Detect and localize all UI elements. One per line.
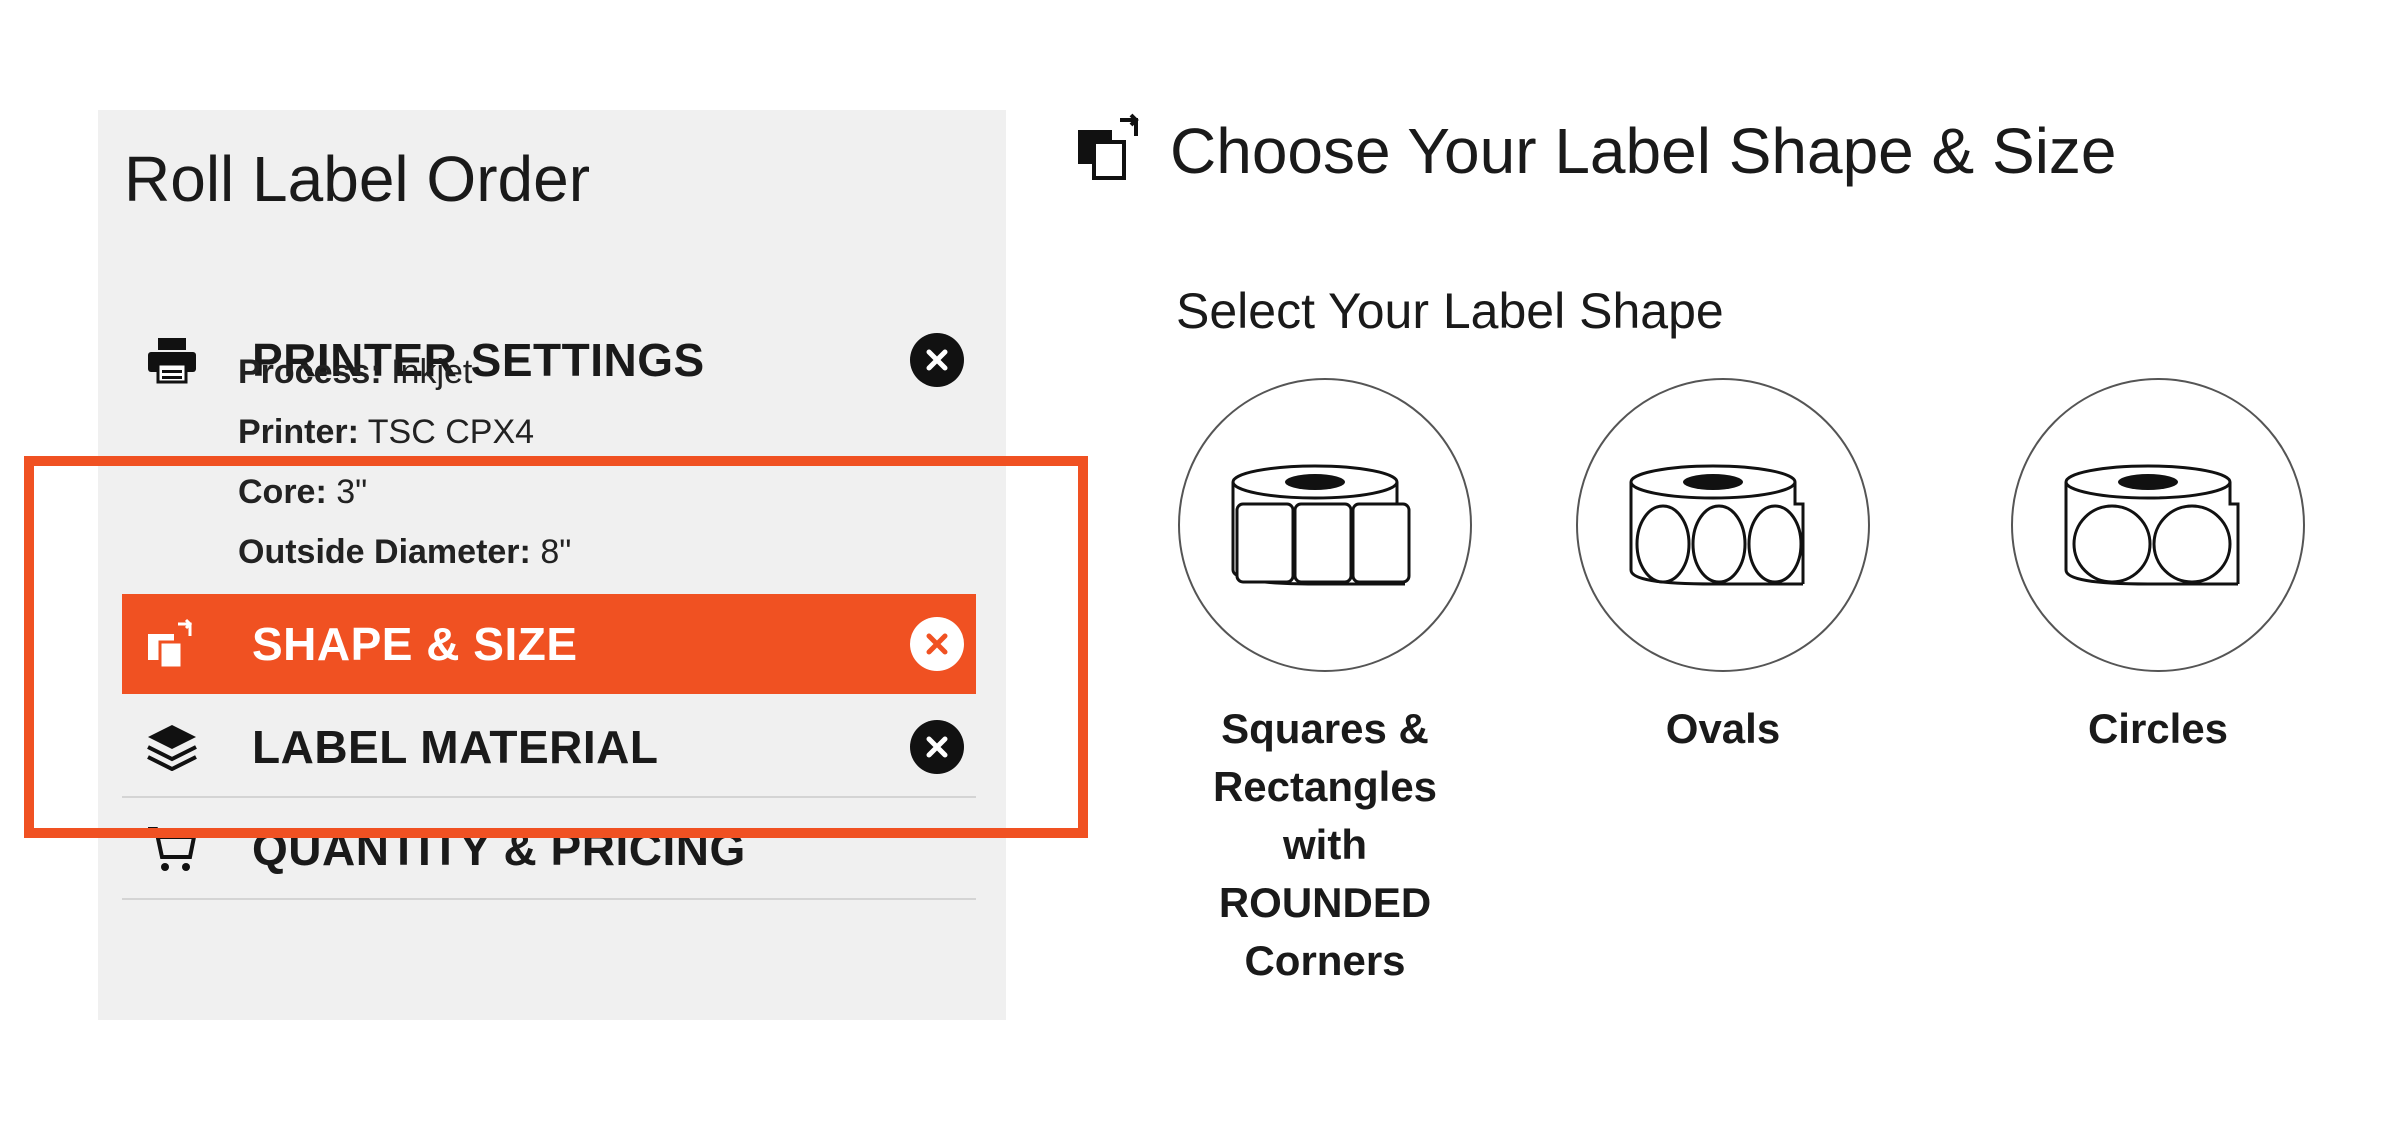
shape-option-ovals[interactable]: Ovals: [1573, 378, 1873, 758]
cart-icon: [146, 823, 198, 875]
shape-label: Ovals: [1665, 705, 1781, 752]
remove-label-material-icon[interactable]: [910, 720, 964, 774]
remove-printer-settings-icon[interactable]: [910, 333, 964, 387]
printer-icon: [146, 334, 198, 386]
step-label-material[interactable]: LABEL MATERIAL: [122, 698, 976, 798]
shape-swap-icon: [1076, 112, 1146, 189]
section-subtitle: Select Your Label Shape: [1176, 283, 1724, 339]
step-label: LABEL MATERIAL: [252, 721, 659, 773]
detail-printer: Printer: TSC CPX4: [238, 413, 535, 451]
order-sidebar: Roll Label Order PRINTER SETTINGS Proces…: [98, 110, 1006, 1020]
detail-core: Core: 3": [238, 473, 368, 511]
step-shape-size[interactable]: SHAPE & SIZE: [122, 594, 976, 694]
shape-image-ovals: [1576, 378, 1870, 672]
shape-label: Squares & Rectangles with ROUNDED Corner…: [1212, 705, 1438, 984]
remove-shape-size-icon[interactable]: [910, 617, 964, 671]
shape-image-circles: [2011, 378, 2305, 672]
detail-outside-diameter: Outside Diameter: 8": [238, 533, 572, 571]
shape-swap-icon: [146, 618, 198, 670]
shape-option-squares-rectangles[interactable]: Squares & Rectangles with ROUNDED Corner…: [1175, 378, 1475, 990]
shape-image-squares: [1178, 378, 1472, 672]
detail-process: Process: Inkjet: [238, 353, 473, 391]
printer-details: Process: Inkjet Printer: TSC CPX4 Core: …: [238, 342, 571, 582]
page-title-text: Choose Your Label Shape & Size: [1170, 114, 2117, 187]
step-label: QUANTITY & PRICING: [252, 823, 746, 875]
shape-option-circles[interactable]: Circles: [2008, 378, 2308, 758]
step-quantity-pricing[interactable]: QUANTITY & PRICING: [122, 800, 976, 900]
page-title: Choose Your Label Shape & Size: [1076, 112, 2117, 189]
layers-icon: [146, 721, 198, 773]
shape-label: Circles: [2087, 705, 2229, 752]
step-label: SHAPE & SIZE: [252, 618, 578, 670]
sidebar-title: Roll Label Order: [124, 143, 590, 215]
